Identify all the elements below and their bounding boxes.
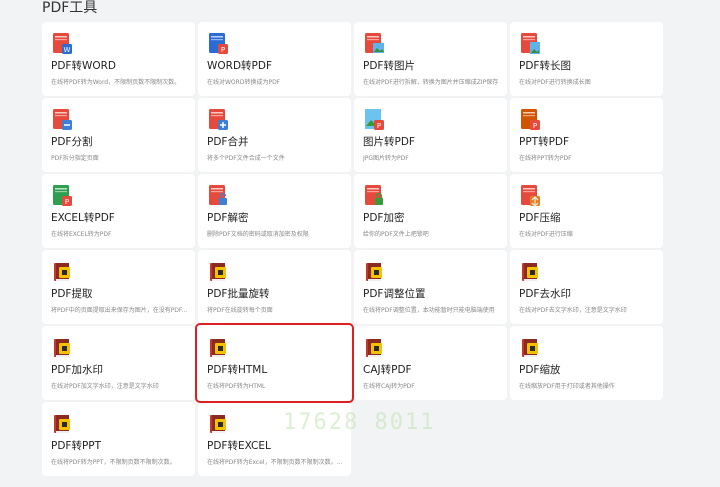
tool-card-title: PDF转WORD xyxy=(51,60,116,72)
tool-card-title: PDF转HTML xyxy=(207,364,268,376)
tool-card-title: PDF加密 xyxy=(363,212,405,224)
tool-card[interactable]: PDF压缩在线对PDF进行压缩 xyxy=(510,174,663,248)
tool-card[interactable]: PDF缩放在线缩放PDF用于打印或者其他操作 xyxy=(510,326,663,400)
tool-card-title: PDF加水印 xyxy=(51,364,103,376)
tool-card-description: 在线对PDF进行转换成长图 xyxy=(519,79,591,86)
tool-card[interactable]: PDF分割 PDF拆分指定页面 xyxy=(42,98,195,172)
tool-card-title: PDF缩放 xyxy=(519,364,561,376)
tool-card[interactable]: PDF调整位置在线将PDF调整位置，本功能暂时只能电脑端使用 xyxy=(354,250,507,324)
tool-card-description: 在线将PDF转为Word，不限制页数不限制次数。 xyxy=(51,79,181,86)
pdf-merge-icon xyxy=(208,108,228,130)
tool-card-description: 在线缩放PDF用于打印或者其他操作 xyxy=(519,383,615,390)
pdf-to-word-icon: W xyxy=(52,32,72,54)
tool-card[interactable]: CAJ转PDF 在线将CAJ转为PDF xyxy=(354,326,507,400)
tool-card-description: 在线将PDF转为HTML xyxy=(207,383,266,390)
pdf-encrypt-icon xyxy=(364,184,384,206)
tool-card-description: 删除PDF文档的密码或取消加密及权限 xyxy=(207,231,309,238)
tool-card[interactable]: PDF加密给你的PDF文件上把锁吧 xyxy=(354,174,507,248)
svg-text:P: P xyxy=(533,122,537,130)
tool-card-title: CAJ转PDF xyxy=(363,364,412,376)
pdf-to-excel-icon xyxy=(208,412,228,434)
tool-card-description: 在线将CAJ转为PDF xyxy=(363,383,415,390)
tool-card-description: 在线对PDF进行压缩 xyxy=(519,231,573,238)
tool-card[interactable]: PDF转长图在线对PDF进行转换成长图 xyxy=(510,22,663,96)
image-to-pdf-icon: P xyxy=(364,108,384,130)
tool-card-title: PDF转EXCEL xyxy=(207,440,271,452)
svg-text:P: P xyxy=(65,198,69,206)
pdf-add-watermark-icon xyxy=(52,336,72,358)
pdf-compress-icon xyxy=(520,184,540,207)
tool-card-description: 在线将EXCEL转为PDF xyxy=(51,231,112,238)
svg-text:W: W xyxy=(64,46,71,54)
tool-card-description: 在线将PPT转为PDF xyxy=(519,155,572,162)
pdf-extract-icon xyxy=(52,260,72,282)
tool-card[interactable]: PDF合并将多个PDF文件合成一个文件 xyxy=(198,98,351,172)
tool-card-title: EXCEL转PDF xyxy=(51,212,115,224)
tool-card[interactable]: P 图片转PDF JPG图片转为PDF xyxy=(354,98,507,172)
tool-card-title: PPT转PDF xyxy=(519,136,570,148)
tool-card-title: PDF提取 xyxy=(51,288,93,300)
pdf-split-icon xyxy=(52,108,72,130)
pdf-to-image-icon xyxy=(364,32,384,54)
tool-card-title: PDF转图片 xyxy=(363,60,415,72)
ppt-to-pdf-icon: P xyxy=(520,108,540,130)
tool-card[interactable]: PDF转图片在线对PDF进行拆解，转换为图片并压缩成ZIP保存 xyxy=(354,22,507,96)
tool-card-description: 在线将PDF转为Excel，不限制页数不限制次数。... xyxy=(207,459,343,466)
pdf-remove-watermark-icon xyxy=(520,260,540,282)
tool-card-description: 将PDF中的页面提取出来保存为图片，在没有PDF... xyxy=(51,307,188,314)
tool-card[interactable]: PDF去水印在线对PDF去文字水印，注意是文字水印 xyxy=(510,250,663,324)
pdf-to-long-image-icon xyxy=(520,32,540,54)
tool-card-description: 在线对PDF去文字水印，注意是文字水印 xyxy=(519,307,627,314)
tool-card-description: 将PDF在线旋转每个页面 xyxy=(207,307,273,314)
tool-card-title: PDF转PPT xyxy=(51,440,102,452)
tool-card-title: PDF转长图 xyxy=(519,60,571,72)
tool-card[interactable]: PDF提取将PDF中的页面提取出来保存为图片，在没有PDF... xyxy=(42,250,195,324)
pdf-reorder-icon xyxy=(364,260,384,282)
pdf-to-html-icon xyxy=(208,336,228,358)
word-to-pdf-icon: P xyxy=(208,32,228,54)
tool-card-title: PDF压缩 xyxy=(519,212,561,224)
tool-card-description: 将多个PDF文件合成一个文件 xyxy=(207,155,285,162)
tool-card-description: 在线对PDF加文字水印，注意是文字水印 xyxy=(51,383,159,390)
tool-card[interactable]: PDF解密删除PDF文档的密码或取消加密及权限 xyxy=(198,174,351,248)
tool-card-description: 给你的PDF文件上把锁吧 xyxy=(363,231,429,238)
pdf-scale-icon xyxy=(520,336,540,358)
tool-card-title: 图片转PDF xyxy=(363,136,415,148)
tool-grid: W PDF转WORD 在线将PDF转为Word，不限制页数不限制次数。 P WORD转… xyxy=(42,22,663,476)
tool-card[interactable]: PDF转PPT 在线将PDF转为PPT，不限制页数不限制次数。 xyxy=(42,402,195,476)
tool-card-title: PDF调整位置 xyxy=(363,288,426,300)
pdf-rotate-icon xyxy=(208,260,228,282)
tool-card-description: 在线将PDF转为PPT，不限制页数不限制次数。 xyxy=(51,459,176,466)
tool-card[interactable]: PDF转HTML 在线将PDF转为HTML xyxy=(195,323,354,403)
tool-card[interactable]: PDF加水印在线对PDF加文字水印，注意是文字水印 xyxy=(42,326,195,400)
svg-text:P: P xyxy=(221,46,225,54)
watermark-text: 17628 8011 xyxy=(283,410,436,435)
tool-card-description: 在线将PDF调整位置，本功能暂时只能电脑端使用 xyxy=(363,307,495,314)
tool-card-description: PDF拆分指定页面 xyxy=(51,155,99,162)
tool-card-title: PDF解密 xyxy=(207,212,249,224)
excel-to-pdf-icon: P xyxy=(52,184,72,206)
tool-card[interactable]: W PDF转WORD 在线将PDF转为Word，不限制页数不限制次数。 xyxy=(42,22,195,96)
svg-text:P: P xyxy=(377,122,381,130)
tool-card[interactable]: P EXCEL转PDF 在线将EXCEL转为PDF xyxy=(42,174,195,248)
tool-card-description: 在线对PDF进行拆解，转换为图片并压缩成ZIP保存 xyxy=(363,79,499,86)
tool-card-title: WORD转PDF xyxy=(207,60,272,72)
tool-card-title: PDF去水印 xyxy=(519,288,571,300)
section-title: PDF工具 xyxy=(42,0,98,16)
tool-card-description: 在线对WORD转换成为PDF xyxy=(207,79,281,86)
tool-card-description: JPG图片转为PDF xyxy=(363,155,409,162)
pdf-decrypt-icon xyxy=(208,184,228,206)
tool-card-title: PDF合并 xyxy=(207,136,249,148)
caj-to-pdf-icon xyxy=(364,336,384,358)
tool-card-title: PDF批量旋转 xyxy=(207,288,270,300)
tool-card[interactable]: PDF批量旋转将PDF在线旋转每个页面 xyxy=(198,250,351,324)
pdf-to-ppt-icon xyxy=(52,412,72,434)
tool-card[interactable]: P WORD转PDF 在线对WORD转换成为PDF xyxy=(198,22,351,96)
tool-card[interactable]: P PPT转PDF 在线将PPT转为PDF xyxy=(510,98,663,172)
tool-card-title: PDF分割 xyxy=(51,136,93,148)
